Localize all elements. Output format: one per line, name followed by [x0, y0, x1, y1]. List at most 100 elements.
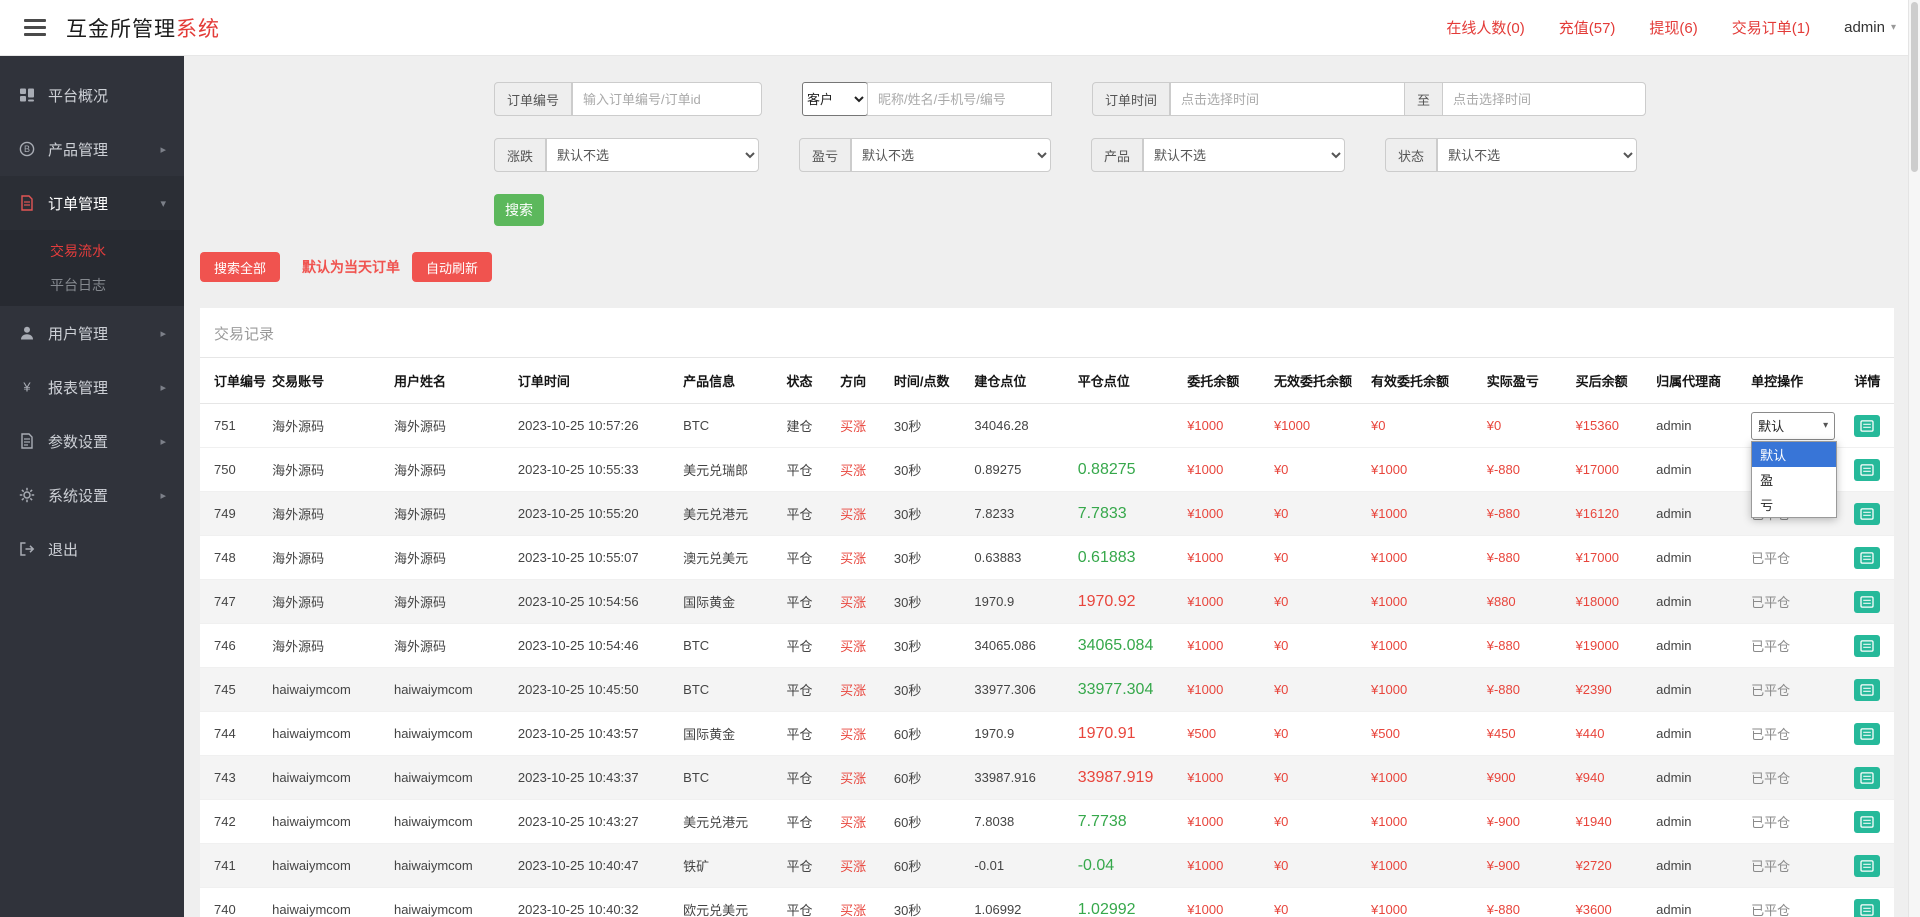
header-link-1[interactable]: 充值(57) [1559, 17, 1616, 38]
sidebar-item-overview[interactable]: 平台概况 [0, 68, 184, 122]
search-all-button[interactable]: 搜索全部 [200, 252, 281, 282]
sidebar-subitem-platform-log[interactable]: 平台日志 [0, 268, 184, 302]
customer-keyword-input[interactable] [867, 82, 1053, 116]
action-bar: 搜索全部 默认为当天订单 自动刷新 [200, 252, 1894, 282]
dropdown-option-2[interactable]: 亏 [1752, 492, 1836, 517]
scrollbar-thumb[interactable] [1911, 2, 1918, 172]
cell-duration: 30秒 [887, 579, 969, 624]
cell-duration: 60秒 [887, 843, 969, 888]
cell-agent: admin [1650, 843, 1746, 888]
money-value: ¥1000 [1371, 638, 1408, 653]
header-links: 在线人数(0) 充值(57) 提现(6) 交易订单(1) [1446, 17, 1810, 38]
table-row-743: 743 haiwaiymcom haiwaiymcom 2023-10-25 10:4… [200, 755, 1894, 800]
detail-button[interactable] [1854, 502, 1881, 525]
cell-invalid_entrust: ¥0 [1267, 579, 1366, 624]
cell-detail [1848, 667, 1894, 712]
money-value: ¥0 [1273, 858, 1289, 873]
profit-loss-select[interactable]: 默认不选 [851, 138, 1052, 172]
sidebar-item-products[interactable]: B 产品管理 ▸ [0, 122, 184, 176]
detail-button[interactable] [1854, 722, 1881, 745]
cell-invalid_entrust: ¥0 [1267, 799, 1366, 844]
cell-duration: 30秒 [887, 667, 969, 712]
detail-button[interactable] [1854, 678, 1881, 701]
sidebar-item-users[interactable]: 用户管理 ▸ [0, 306, 184, 360]
rise-fall-select[interactable]: 默认不选 [546, 138, 760, 172]
sidebar-item-label: 订单管理 [48, 195, 109, 213]
cell-profit: ¥450 [1480, 711, 1570, 756]
cell-time: 2023-10-25 10:55:33 [511, 447, 678, 492]
direction-value: 买涨 [840, 419, 867, 434]
sidebar-item-orders[interactable]: 订单管理 ▾ [0, 176, 184, 230]
money-value: ¥19000 [1575, 638, 1619, 653]
cell-duration: 30秒 [887, 403, 969, 448]
sidebar-item-logout[interactable]: 退出 [0, 522, 184, 576]
cell-close [1071, 403, 1182, 448]
cell-id: 746 [200, 623, 267, 668]
detail-button[interactable] [1854, 458, 1881, 481]
cell-close: 1970.92 [1071, 579, 1182, 624]
product-select[interactable]: 默认不选 [1143, 138, 1346, 172]
table-row-751: 751 海外源码 海外源码 2023-10-25 10:57:26 BTC 建仓 买涨 30秒… [200, 403, 1894, 518]
dropdown-option-1[interactable]: 盈 [1752, 467, 1836, 492]
end-time-input[interactable] [1442, 82, 1647, 116]
detail-button[interactable] [1854, 854, 1881, 877]
sidebar-submenu: 交易流水 平台日志 [0, 230, 184, 306]
header-link-3[interactable]: 交易订单(1) [1732, 17, 1810, 38]
cell-entrust: ¥500 [1181, 711, 1268, 756]
customer-filter-select[interactable]: 客户 [802, 82, 869, 116]
search-button[interactable]: 搜索 [494, 194, 544, 226]
money-value: ¥0 [1486, 418, 1502, 433]
cell-close: 0.88275 [1071, 447, 1182, 492]
sidebar-item-reports[interactable]: ¥ 报表管理 ▸ [0, 360, 184, 414]
app-title-black: 互金所管理 [66, 17, 176, 41]
detail-button[interactable] [1854, 590, 1881, 613]
status-select[interactable]: 默认不选 [1437, 138, 1638, 172]
cell-close: 7.7738 [1071, 799, 1182, 844]
detail-button[interactable] [1854, 766, 1881, 789]
table-row-750: 750 海外源码 海外源码 2023-10-25 10:55:33 美元兑瑞郎 平仓 买涨 3… [200, 447, 1894, 492]
sidebar-item-params[interactable]: 参数设置 ▸ [0, 414, 184, 468]
header-link-0[interactable]: 在线人数(0) [1446, 17, 1524, 38]
sidebar-subitem-trade-flow[interactable]: 交易流水 [0, 234, 184, 268]
to-label: 至 [1405, 82, 1443, 116]
column-header-direction: 方向 [834, 357, 888, 404]
cell-invalid_entrust: ¥0 [1267, 491, 1366, 536]
cell-status: 平仓 [780, 887, 835, 917]
detail-button[interactable] [1854, 634, 1881, 657]
cell-name: haiwaiymcom [387, 887, 512, 917]
cell-balance_after: ¥2720 [1569, 843, 1651, 888]
cell-id: 743 [200, 755, 267, 800]
admin-menu[interactable]: admin ▾ [1844, 19, 1896, 36]
detail-button[interactable] [1854, 810, 1881, 833]
dropdown-option-0[interactable]: 默认 [1752, 442, 1837, 467]
admin-username: admin [1844, 19, 1885, 36]
detail-button[interactable] [1854, 546, 1881, 569]
svg-text:B: B [24, 144, 30, 154]
start-time-input[interactable] [1170, 82, 1406, 116]
header-link-2[interactable]: 提现(6) [1649, 17, 1697, 38]
vertical-scrollbar[interactable] [1908, 0, 1920, 917]
cell-valid_entrust: ¥1000 [1365, 623, 1481, 668]
order-id-input[interactable] [572, 82, 763, 116]
close-price: 33977.304 [1077, 680, 1154, 698]
money-value: ¥1000 [1371, 594, 1408, 609]
sidebar-item-system[interactable]: 系统设置 ▸ [0, 468, 184, 522]
cell-close: 1.02992 [1071, 887, 1182, 917]
cell-direction: 买涨 [834, 843, 888, 888]
detail-button[interactable] [1854, 414, 1881, 437]
column-header-detail: 详情 [1848, 357, 1894, 404]
control-status: 已平仓 [1751, 771, 1791, 786]
menu-toggle-icon[interactable] [24, 19, 46, 36]
params-icon [18, 432, 36, 450]
control-select[interactable]: 默认 ▾ [1751, 411, 1836, 440]
cell-open: 1970.9 [968, 579, 1072, 624]
detail-button[interactable] [1854, 898, 1881, 917]
column-header-invalid_entrust: 无效委托余额 [1267, 357, 1366, 404]
auto-refresh-button[interactable]: 自动刷新 [412, 252, 493, 282]
cell-entrust: ¥1000 [1181, 579, 1268, 624]
money-value: ¥450 [1486, 726, 1516, 741]
cell-time: 2023-10-25 10:55:07 [511, 535, 678, 580]
direction-value: 买涨 [840, 639, 867, 654]
filter-row-1: 订单编号 客户 订单时间 至 [494, 82, 1894, 116]
money-value: ¥-880 [1486, 682, 1520, 697]
